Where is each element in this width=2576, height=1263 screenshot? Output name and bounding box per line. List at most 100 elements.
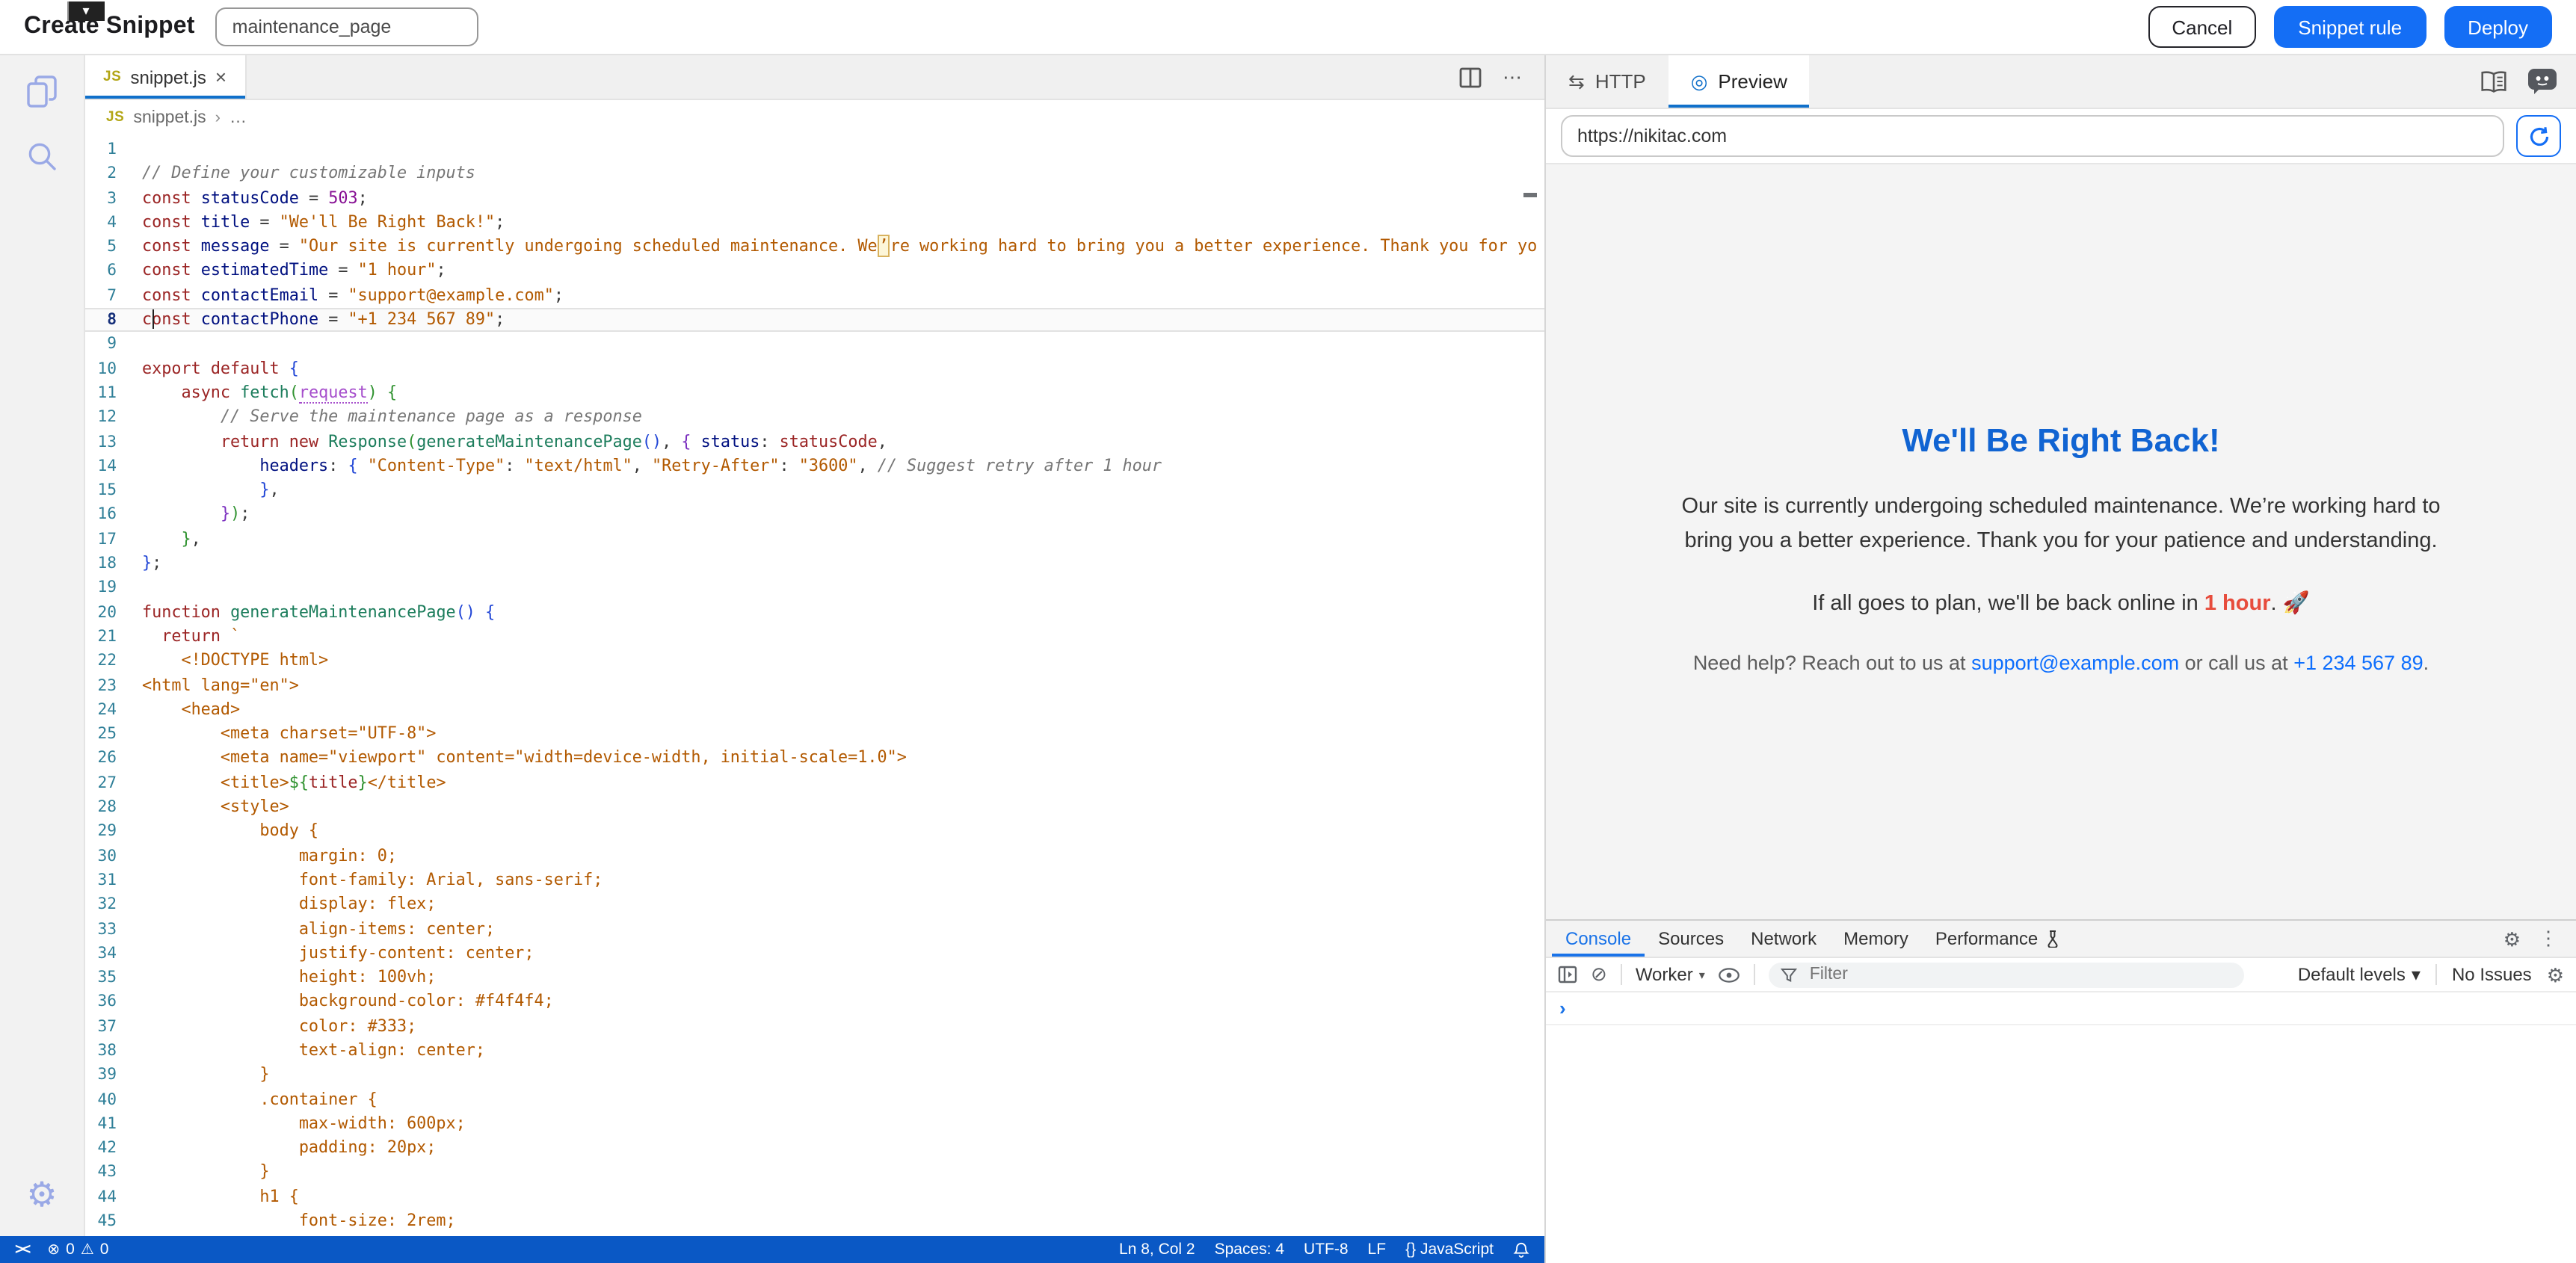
more-actions-icon[interactable]: ⋯	[1503, 65, 1523, 89]
code-line-28[interactable]: 28 <style>	[85, 795, 1544, 820]
line-number: 42	[85, 1136, 117, 1161]
cursor-position[interactable]: Ln 8, Col 2	[1119, 1241, 1195, 1259]
code-line-35[interactable]: 35 height: 100vh;	[85, 966, 1544, 990]
code-line-31[interactable]: 31 font-family: Arial, sans-serif;	[85, 868, 1544, 893]
code-line-14[interactable]: 14 headers: { "Content-Type": "text/html…	[85, 454, 1544, 479]
tab-sources[interactable]: Sources	[1645, 921, 1737, 957]
top-bar: Create Snippet Cancel Snippet rule Deplo…	[0, 0, 2576, 55]
code-line-38[interactable]: 38 text-align: center;	[85, 1039, 1544, 1063]
snippet-rule-button[interactable]: Snippet rule	[2274, 6, 2426, 48]
code-line-15[interactable]: 15 },	[85, 478, 1544, 503]
console-prompt[interactable]: ›	[1546, 992, 2576, 1025]
code-line-20[interactable]: 20function generateMaintenancePage() {	[85, 600, 1544, 625]
url-input[interactable]	[1561, 115, 2504, 157]
line-number: 3	[85, 186, 117, 211]
code-line-42[interactable]: 42 padding: 20px;	[85, 1136, 1544, 1161]
code-line-7[interactable]: 7const contactEmail = "support@example.c…	[85, 284, 1544, 309]
support-email-link[interactable]: support@example.com	[1971, 652, 2179, 674]
tab-memory[interactable]: Memory	[1830, 921, 1922, 957]
code-line-27[interactable]: 27 <title>${title}</title>	[85, 771, 1544, 795]
close-icon[interactable]: ×	[215, 67, 227, 87]
scrollbar-overview-mark[interactable]	[1523, 193, 1537, 197]
log-levels-dropdown[interactable]: Default levels▾	[2298, 964, 2421, 985]
code-line-30[interactable]: 30 margin: 0;	[85, 844, 1544, 868]
encoding-setting[interactable]: UTF-8	[1304, 1241, 1349, 1259]
notifications-bell-icon[interactable]	[1513, 1241, 1529, 1258]
line-number: 7	[85, 284, 117, 309]
code-line-9[interactable]: 9	[85, 333, 1544, 357]
code-line-2[interactable]: 2// Define your customizable inputs	[85, 162, 1544, 187]
context-selector[interactable]: Worker▾	[1636, 964, 1705, 985]
activity-bar: ⚙	[0, 55, 85, 1236]
snippet-name-input[interactable]	[216, 7, 479, 46]
split-editor-icon[interactable]	[1459, 67, 1482, 87]
code-line-10[interactable]: 10export default {	[85, 356, 1544, 381]
search-icon[interactable]	[26, 140, 58, 172]
code-line-17[interactable]: 17 },	[85, 528, 1544, 552]
code-lines[interactable]: 12// Define your customizable inputs3con…	[85, 135, 1544, 1236]
console-settings-gear-icon[interactable]: ⚙	[2547, 965, 2564, 984]
code-line-33[interactable]: 33 align-items: center;	[85, 917, 1544, 942]
code-editor-pane: JS snippet.js × ⋯ JS snippet.js › … 12//…	[85, 55, 1544, 1236]
indentation-setting[interactable]: Spaces: 4	[1215, 1241, 1284, 1259]
code-line-36[interactable]: 36 background-color: #f4f4f4;	[85, 990, 1544, 1015]
code-line-26[interactable]: 26 <meta name="viewport" content="width=…	[85, 747, 1544, 771]
discord-icon[interactable]	[2528, 69, 2557, 94]
code-line-8[interactable]: 8const contactPhone = "+1 234 567 89";	[85, 308, 1544, 333]
tab-network[interactable]: Network	[1737, 921, 1830, 957]
settings-gear-icon[interactable]: ⚙	[26, 1178, 57, 1212]
code-line-12[interactable]: 12 // Serve the maintenance page as a re…	[85, 406, 1544, 430]
code-line-24[interactable]: 24 <head>	[85, 698, 1544, 723]
code-line-41[interactable]: 41 max-width: 600px;	[85, 1112, 1544, 1137]
tab-snippet-js[interactable]: JS snippet.js ×	[85, 55, 246, 99]
tab-preview[interactable]: ◎ Preview	[1668, 55, 1810, 108]
code-line-34[interactable]: 34 justify-content: center;	[85, 942, 1544, 966]
cancel-button[interactable]: Cancel	[2148, 6, 2256, 48]
phone-link[interactable]: +1 234 567 89	[2293, 652, 2423, 674]
code-line-5[interactable]: 5const message = "Our site is currently …	[85, 235, 1544, 259]
code-line-25[interactable]: 25 <meta charset="UTF-8">	[85, 722, 1544, 747]
deploy-button[interactable]: Deploy	[2444, 6, 2552, 48]
code-line-19[interactable]: 19	[85, 576, 1544, 601]
language-mode[interactable]: {} JavaScript	[1405, 1241, 1494, 1259]
code-line-16[interactable]: 16 });	[85, 503, 1544, 528]
code-line-11[interactable]: 11 async fetch(request) {	[85, 381, 1544, 406]
files-icon[interactable]	[26, 75, 58, 109]
devtools-settings-gear-icon[interactable]: ⚙	[2503, 929, 2521, 948]
code-line-37[interactable]: 37 color: #333;	[85, 1014, 1544, 1039]
code-line-44[interactable]: 44 h1 {	[85, 1185, 1544, 1210]
tab-http[interactable]: ⇆ HTTP	[1546, 55, 1668, 108]
line-number: 14	[85, 454, 117, 479]
code-line-18[interactable]: 18};	[85, 552, 1544, 576]
clear-console-icon[interactable]: ⊘	[1591, 963, 1607, 986]
code-line-22[interactable]: 22 <!DOCTYPE html>	[85, 649, 1544, 673]
breadcrumb[interactable]: JS snippet.js › …	[85, 100, 1544, 135]
docs-book-icon[interactable]	[2480, 70, 2507, 93]
code-line-3[interactable]: 3const statusCode = 503;	[85, 186, 1544, 211]
refresh-button[interactable]	[2516, 115, 2561, 157]
issues-counter[interactable]: No Issues	[2452, 964, 2532, 985]
remote-indicator-icon[interactable]: ><	[15, 1241, 29, 1258]
code-line-1[interactable]: 1	[85, 138, 1544, 162]
code-line-21[interactable]: 21 return `	[85, 625, 1544, 649]
beaker-icon	[2045, 930, 2060, 948]
code-line-6[interactable]: 6const estimatedTime = "1 hour";	[85, 259, 1544, 284]
code-line-43[interactable]: 43 }	[85, 1161, 1544, 1185]
code-line-23[interactable]: 23<html lang="en">	[85, 673, 1544, 698]
filter-input[interactable]	[1807, 964, 2233, 985]
console-sidebar-toggle-icon[interactable]	[1558, 966, 1577, 983]
live-expression-eye-icon[interactable]	[1719, 966, 1741, 983]
code-line-4[interactable]: 4const title = "We'll Be Right Back!";	[85, 211, 1544, 235]
line-number: 37	[85, 1014, 117, 1039]
kebab-menu-icon[interactable]: ⋮	[2539, 927, 2558, 951]
code-line-40[interactable]: 40 .container {	[85, 1087, 1544, 1112]
code-line-29[interactable]: 29 body {	[85, 820, 1544, 844]
problems-indicator[interactable]: ⊗ 0 ⚠ 0	[47, 1241, 108, 1259]
tab-performance[interactable]: Performance	[1922, 921, 2074, 957]
code-line-45[interactable]: 45 font-size: 2rem;	[85, 1209, 1544, 1234]
code-line-39[interactable]: 39 }	[85, 1063, 1544, 1088]
code-line-13[interactable]: 13 return new Response(generateMaintenan…	[85, 430, 1544, 454]
tab-console[interactable]: Console	[1552, 921, 1645, 957]
eol-setting[interactable]: LF	[1368, 1241, 1387, 1259]
code-line-32[interactable]: 32 display: flex;	[85, 892, 1544, 917]
